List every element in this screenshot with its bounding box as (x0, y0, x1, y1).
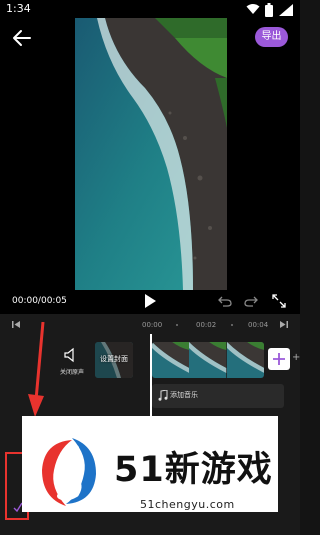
tick-dot (231, 324, 233, 326)
time-counter: 00:00/00:05 (12, 296, 67, 306)
mute-label: 关闭原声 (59, 369, 84, 376)
export-button[interactable]: 导出 (255, 27, 288, 47)
undo-icon[interactable] (218, 295, 232, 307)
tick-label: 00:00 (142, 321, 163, 329)
clip-frame (189, 342, 227, 378)
music-note-icon (158, 390, 168, 401)
wifi-icon (246, 4, 260, 14)
watermark-url: 51chengyu.com (140, 498, 235, 511)
tick-label: 00:02 (196, 321, 217, 329)
signal-icon (279, 4, 293, 16)
battery-icon (265, 3, 273, 17)
add-clip-button[interactable] (268, 348, 290, 370)
tick-dot (176, 324, 178, 326)
plus-icon (273, 353, 285, 365)
tick-label: 00:04 (248, 321, 269, 329)
clip-frame (226, 342, 264, 378)
set-cover-label: 设置封面 (100, 355, 128, 363)
clip-frame (152, 342, 190, 378)
redo-icon[interactable] (244, 295, 258, 307)
play-icon[interactable] (142, 293, 158, 309)
jump-to-end-icon[interactable] (279, 320, 288, 329)
back-button[interactable] (10, 26, 34, 50)
add-track-icon[interactable]: + (292, 352, 300, 363)
add-music-label: 添加音乐 (170, 391, 198, 399)
status-time: 1:34 (6, 2, 31, 15)
red-arrow-annotation (28, 322, 45, 417)
site-logo (42, 438, 96, 506)
watermark-title: 51新游戏 (114, 450, 273, 490)
jump-to-start-icon[interactable] (12, 320, 21, 329)
speaker-icon (64, 347, 74, 363)
video-clip-track[interactable] (152, 342, 264, 378)
video-preview[interactable] (75, 18, 227, 290)
fullscreen-icon[interactable] (272, 294, 286, 308)
